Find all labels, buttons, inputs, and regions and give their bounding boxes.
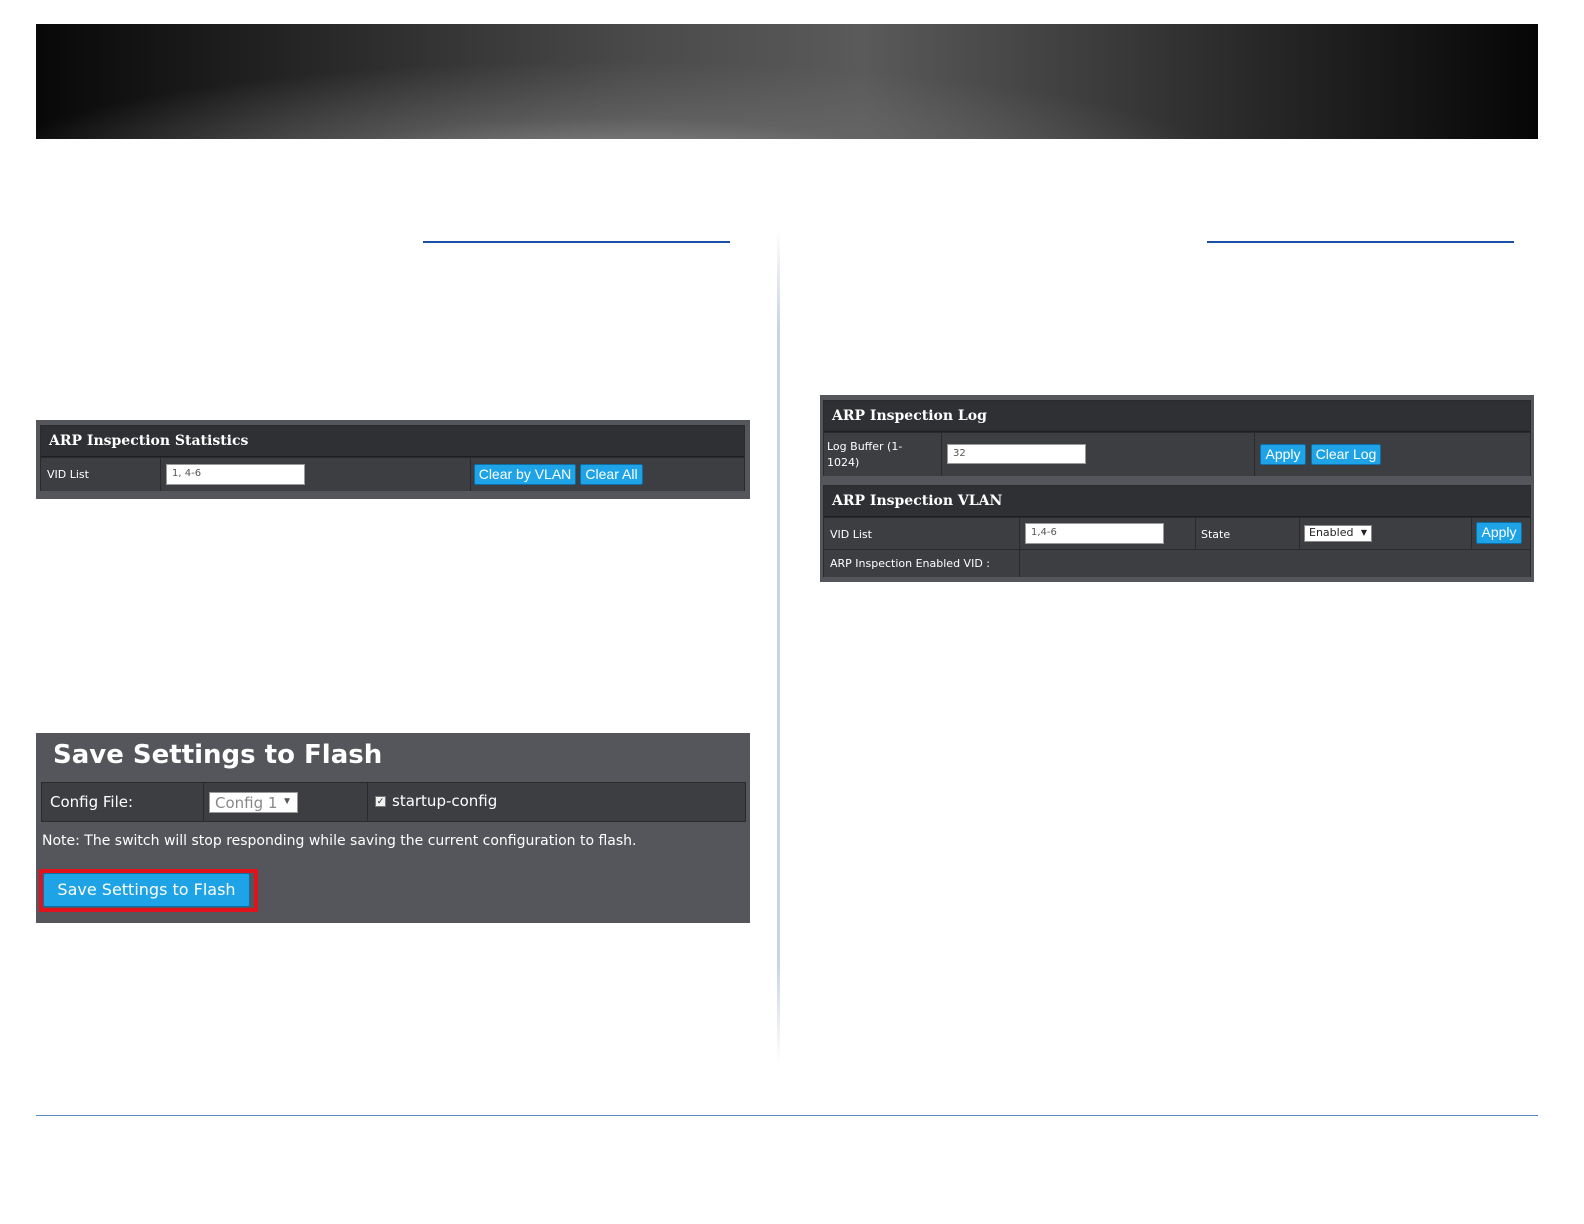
chevron-down-icon: ▼ <box>1360 528 1367 537</box>
vlan-table: ARP Inspection VLAN VID List 1,4-6 State… <box>823 485 1531 577</box>
clear-by-vlan-button[interactable]: Clear by VLAN <box>474 464 576 485</box>
startup-config-label: startup-config <box>392 792 498 810</box>
arp-inspection-statistics-panel: ARP Inspection Statistics VID List 1, 4-… <box>36 420 750 499</box>
column-divider <box>777 228 780 1063</box>
flash-panel-title: Save Settings to Flash <box>53 740 383 770</box>
vlan-apply-button[interactable]: Apply <box>1476 522 1522 544</box>
vlan-title: ARP Inspection VLAN <box>824 486 1530 517</box>
enabled-vid-label: ARP Inspection Enabled VID : <box>830 557 990 570</box>
save-settings-to-flash-button[interactable]: Save Settings to Flash <box>43 873 250 907</box>
clear-all-button[interactable]: Clear All <box>580 464 643 485</box>
startup-config-checkbox[interactable]: ✓ <box>375 796 386 807</box>
log-title: ARP Inspection Log <box>824 401 1530 432</box>
footer-rule <box>36 1115 1538 1116</box>
config-file-select[interactable]: Config 1 ▼ <box>209 792 298 813</box>
clear-log-button[interactable]: Clear Log <box>1311 444 1381 465</box>
log-apply-button[interactable]: Apply <box>1260 444 1306 465</box>
state-label: State <box>1201 528 1231 541</box>
right-link-underline[interactable] <box>1207 241 1514 243</box>
vid-list-label: VID List <box>47 468 89 481</box>
config-file-label: Config File: <box>50 793 134 811</box>
enabled-vid-row: ARP Inspection Enabled VID : <box>824 549 1530 577</box>
vlan-vid-list-input[interactable]: 1,4-6 <box>1025 523 1164 544</box>
statistics-title: ARP Inspection Statistics <box>41 426 744 457</box>
state-select[interactable]: Enabled ▼ <box>1304 525 1372 542</box>
header-banner <box>36 24 1538 139</box>
log-table: ARP Inspection Log Log Buffer (1- 1024) … <box>823 400 1531 476</box>
config-file-value: Config 1 <box>215 794 278 812</box>
config-file-row: Config File: Config 1 ▼ ✓ startup-config <box>41 782 746 822</box>
chevron-down-icon: ▼ <box>282 796 292 807</box>
flash-note: Note: The switch will stop responding wh… <box>42 833 637 849</box>
vlan-vid-row: VID List 1,4-6 State Enabled ▼ Apply <box>824 517 1530 549</box>
statistics-vid-row: VID List 1, 4-6 Clear by VLAN Clear All <box>41 457 744 491</box>
arp-inspection-log-vlan-panel: ARP Inspection Log Log Buffer (1- 1024) … <box>820 395 1534 582</box>
state-value: Enabled <box>1309 526 1354 539</box>
left-link-underline[interactable] <box>423 241 730 243</box>
vid-list-input[interactable]: 1, 4-6 <box>166 464 305 485</box>
vlan-vid-list-label: VID List <box>830 528 872 541</box>
log-buffer-row: Log Buffer (1- 1024) 32 Apply Clear Log <box>824 432 1530 476</box>
log-buffer-label: Log Buffer (1- 1024) <box>827 440 903 469</box>
save-settings-flash-panel: Save Settings to Flash Config File: Conf… <box>36 733 750 923</box>
log-buffer-input[interactable]: 32 <box>947 444 1086 464</box>
statistics-table: ARP Inspection Statistics VID List 1, 4-… <box>40 425 745 491</box>
